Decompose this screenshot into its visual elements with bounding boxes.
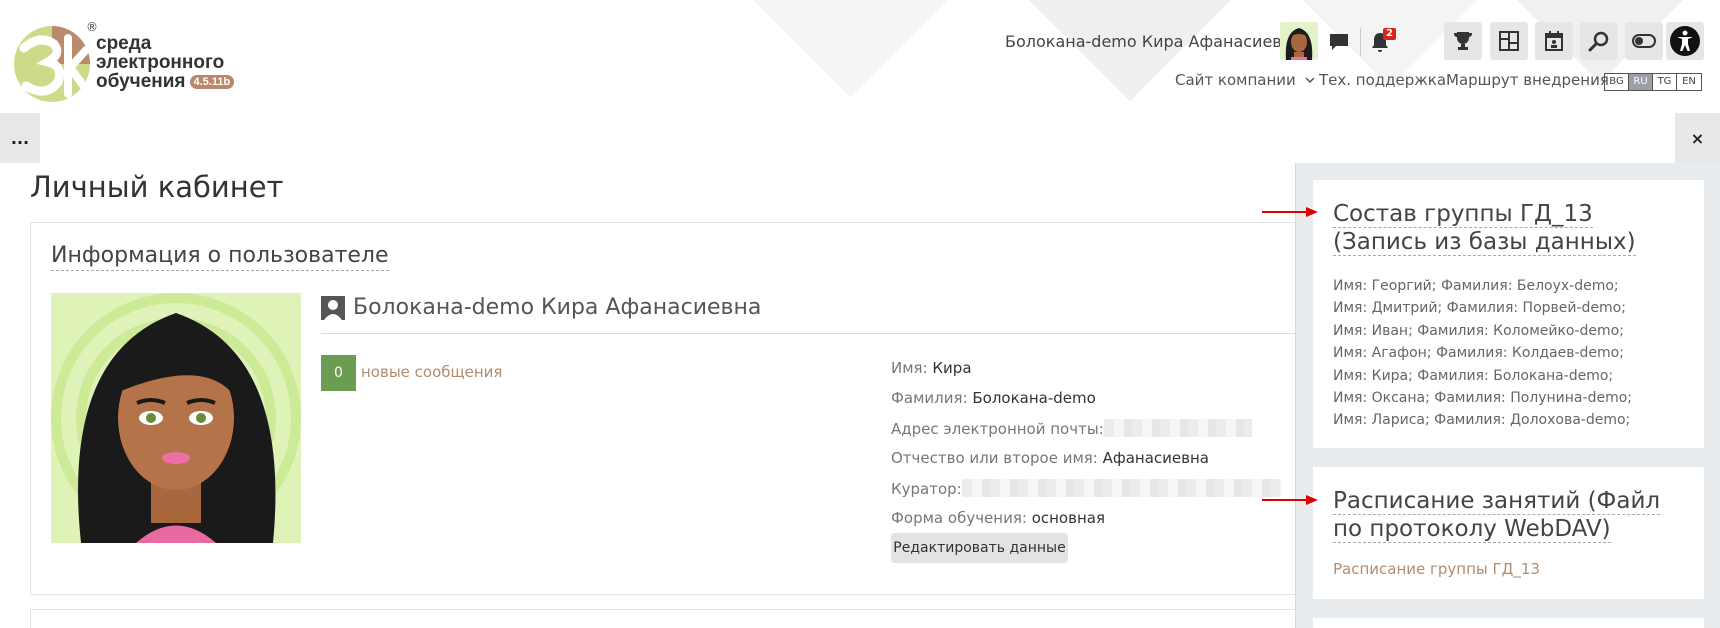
list-item: Имя: Дмитрий; Фамилия: Порвей-demo; xyxy=(1333,300,1626,317)
list-item: Имя: Иван; Фамилия: Коломейко-demo; xyxy=(1333,322,1624,339)
search-button[interactable] xyxy=(1580,22,1618,60)
schedule-link[interactable]: Расписание группы ГД_13 xyxy=(1333,560,1540,578)
logo-text: среда электронного обучения 4.5.11b xyxy=(96,33,235,91)
schedule-block: Расписание занятий (Файл по протоколу We… xyxy=(1313,467,1704,599)
nav-implementation-route[interactable]: Маршрут внедрения xyxy=(1446,71,1609,89)
toggle-icon xyxy=(1632,34,1656,48)
field-last-name: Фамилия: Болокана-demo xyxy=(891,389,1096,407)
profile-image xyxy=(51,293,301,543)
schedule-title[interactable]: Расписание занятий (Файл по протоколу We… xyxy=(1333,487,1683,543)
chat-icon[interactable] xyxy=(1327,30,1351,54)
list-item: Имя: Кира; Фамилия: Болокана-demo; xyxy=(1333,367,1614,384)
chevron-down-icon xyxy=(1305,77,1315,84)
page-title: Личный кабинет xyxy=(30,170,284,204)
notification-count-badge: 2 xyxy=(1383,28,1396,40)
header: ® среда электронного обучения 4.5.11b Бол… xyxy=(0,0,1720,112)
theme-toggle-button[interactable] xyxy=(1625,22,1663,60)
more-button[interactable]: ... xyxy=(0,113,40,163)
list-item: Имя: Георгий; Фамилия: Белоух-demo; xyxy=(1333,278,1619,294)
profile-photo xyxy=(51,293,301,543)
version-badge: 4.5.11b xyxy=(189,75,235,89)
accessibility-button[interactable] xyxy=(1666,22,1704,60)
group-members-title[interactable]: Состав группы ГД_13 (Запись из базы данн… xyxy=(1333,200,1683,256)
calendar-icon xyxy=(1545,31,1563,51)
field-patronymic: Отчество или второе имя: Афанасиевна xyxy=(891,449,1209,467)
email-redacted xyxy=(1103,419,1252,437)
header-user-name[interactable]: Болокана-demo Кира Афанасиевна xyxy=(1005,32,1302,51)
dashboard-icon xyxy=(1499,31,1519,51)
nav-company-site[interactable]: Сайт компании xyxy=(1175,71,1315,89)
search-icon xyxy=(1588,31,1609,52)
logo-mark xyxy=(14,26,92,102)
next-card xyxy=(30,609,1300,628)
trophy-icon xyxy=(1454,32,1472,50)
field-first-name: Имя: Кира xyxy=(891,359,972,377)
profile-full-name: Болокана-demo Кира Афанасиевна xyxy=(321,295,761,320)
nav-tech-support[interactable]: Тех. поддержка xyxy=(1319,71,1446,89)
group-members-list: Имя: Георгий; Фамилия: Белоух-demo; Имя:… xyxy=(1333,275,1632,432)
lang-en[interactable]: EN xyxy=(1677,74,1701,90)
annotation-arrow xyxy=(1262,207,1318,217)
curator-redacted xyxy=(961,479,1282,497)
dashboard-button[interactable] xyxy=(1490,22,1528,60)
list-item: Имя: Лариса; Фамилия: Долохова-demo; xyxy=(1333,412,1631,429)
annotation-arrow xyxy=(1262,495,1318,505)
field-curator: Куратор: xyxy=(891,479,1282,498)
edit-profile-button[interactable]: Редактировать данные xyxy=(891,533,1068,563)
new-messages-link[interactable]: новые сообщения xyxy=(361,363,502,381)
next-block xyxy=(1313,618,1704,628)
field-email: Адрес электронной почты: xyxy=(891,419,1252,438)
logo-line-2: электронного xyxy=(96,52,225,73)
user-info-card: Информация о пользователе Болокана-demo … xyxy=(30,222,1301,595)
lang-ru[interactable]: RU xyxy=(1629,74,1653,90)
divider xyxy=(321,333,1301,334)
achievements-button[interactable] xyxy=(1444,22,1482,60)
list-item: Имя: Оксана; Фамилия: Полунина-demo; xyxy=(1333,390,1632,407)
group-members-block: Состав группы ГД_13 (Запись из базы данн… xyxy=(1313,180,1704,448)
accessibility-icon xyxy=(1670,26,1700,56)
header-avatar[interactable] xyxy=(1280,22,1318,60)
right-drawer: Состав группы ГД_13 (Запись из базы данн… xyxy=(1295,163,1720,628)
lang-bg[interactable]: BG xyxy=(1605,74,1629,90)
list-item: Имя: Агафон; Фамилия: Колдаев-demo; xyxy=(1333,345,1624,362)
header-separator xyxy=(1360,28,1361,56)
avatar-image xyxy=(1280,22,1318,60)
language-switcher: BG RU TG EN xyxy=(1604,73,1702,91)
user-info-title[interactable]: Информация о пользователе xyxy=(51,243,389,271)
profile-full-name-text: Болокана-demo Кира Афанасиевна xyxy=(353,295,762,320)
calendar-button[interactable] xyxy=(1535,22,1573,60)
registered-mark: ® xyxy=(86,20,98,34)
logo-line-3: обучения 4.5.11b xyxy=(96,72,235,91)
logo-line-1: среда xyxy=(96,33,152,54)
person-icon xyxy=(321,295,345,320)
field-study-form: Форма обучения: основная xyxy=(891,509,1105,527)
new-messages-count[interactable]: 0 xyxy=(321,355,356,391)
close-drawer-button[interactable]: × xyxy=(1675,113,1720,163)
lang-tg[interactable]: TG xyxy=(1653,74,1677,90)
app-logo[interactable]: ® среда электронного обучения 4.5.11b xyxy=(12,20,252,104)
